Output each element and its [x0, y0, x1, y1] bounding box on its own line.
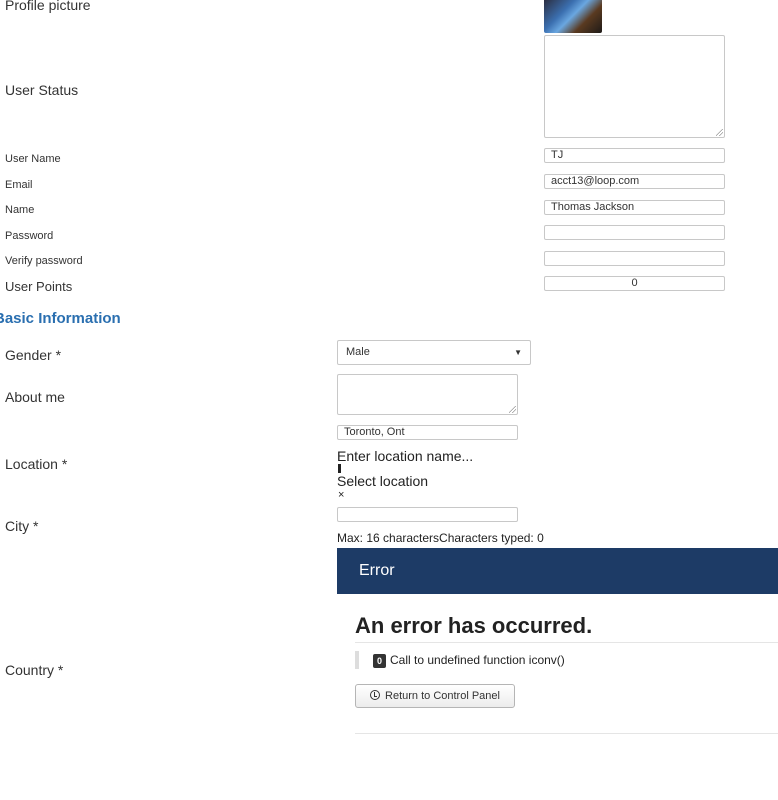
- gender-select[interactable]: Male ▼: [337, 340, 531, 365]
- profile-picture-label: Profile picture: [5, 0, 91, 13]
- name-field[interactable]: Thomas Jackson: [544, 200, 725, 215]
- error-message-row: 0 Call to undefined function iconv(): [355, 651, 565, 669]
- error-code-badge: 0: [373, 653, 387, 668]
- city-field[interactable]: [337, 507, 518, 522]
- select-location-link[interactable]: Select location: [337, 473, 428, 489]
- profile-picture[interactable]: [544, 0, 602, 33]
- divider: [355, 733, 778, 734]
- user-points-label: User Points: [5, 279, 73, 294]
- verify-password-label: Verify password: [5, 255, 83, 267]
- error-message: Call to undefined function iconv(): [390, 653, 565, 667]
- country-label: Country *: [5, 662, 64, 678]
- location-field[interactable]: Toronto, Ont: [337, 425, 518, 440]
- error-header: Error: [337, 548, 778, 594]
- password-field[interactable]: [544, 225, 725, 240]
- divider: [355, 642, 778, 643]
- return-button-label: Return to Control Panel: [385, 690, 500, 702]
- location-label: Location *: [5, 456, 68, 472]
- dropdown-arrow-icon: ▼: [514, 348, 522, 357]
- error-title: An error has occurred.: [355, 613, 593, 638]
- resize-handle-icon[interactable]: [509, 406, 516, 413]
- user-points-field[interactable]: 0: [544, 276, 725, 291]
- about-me-label: About me: [5, 389, 65, 405]
- about-me-textarea[interactable]: [337, 374, 518, 415]
- name-label: Name: [5, 204, 35, 216]
- gender-label: Gender *: [5, 347, 62, 363]
- char-counter: Max: 16 charactersCharacters typed: 0: [337, 531, 544, 545]
- verify-password-field[interactable]: [544, 251, 725, 266]
- text-cursor: [338, 464, 341, 473]
- username-field[interactable]: TJ: [544, 148, 725, 163]
- user-status-textarea[interactable]: [544, 35, 725, 138]
- username-label: User Name: [5, 153, 61, 165]
- return-to-control-panel-button[interactable]: Return to Control Panel: [355, 684, 515, 708]
- clear-icon[interactable]: ×: [338, 489, 344, 501]
- user-status-label: User Status: [5, 82, 79, 98]
- city-label: City *: [5, 518, 39, 534]
- email-field[interactable]: acct13@loop.com: [544, 174, 725, 189]
- password-label: Password: [5, 230, 54, 242]
- email-label: Email: [5, 179, 33, 191]
- basic-information-heading: Basic Information: [0, 310, 121, 327]
- location-search-prompt[interactable]: Enter location name...: [337, 448, 473, 464]
- resize-handle-icon[interactable]: [716, 129, 723, 136]
- dashboard-icon: [370, 690, 381, 701]
- gender-selected-value: Male: [346, 346, 370, 358]
